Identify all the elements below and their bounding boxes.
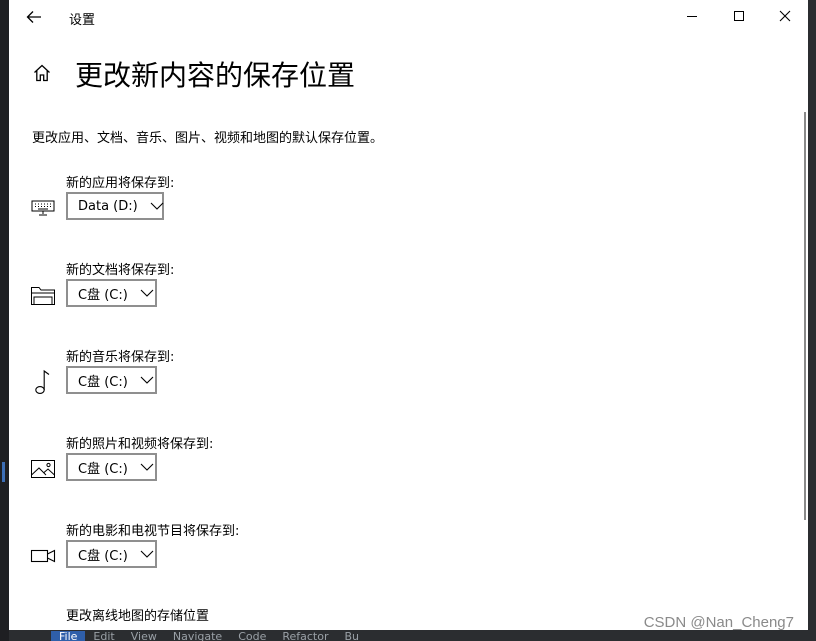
window-title: 设置	[69, 13, 96, 28]
music-location-value: C盘 (C:)	[78, 374, 128, 390]
back-button[interactable]	[21, 4, 47, 30]
page-description: 更改应用、文档、音乐、图片、视频和地图的默认保存位置。	[32, 131, 384, 146]
apps-location-value: Data (D:)	[78, 198, 138, 214]
background-menu-refactor[interactable]: Refactor	[274, 631, 336, 641]
apps-location-select[interactable]: Data (D:)	[66, 192, 164, 220]
chevron-down-icon	[140, 375, 154, 385]
music-location-select[interactable]: C盘 (C:)	[66, 366, 157, 394]
title-bar: 设置	[9, 0, 808, 34]
home-icon	[32, 63, 52, 83]
location-label-movies: 新的电影和电视节目将保存到:	[66, 524, 240, 539]
photos-location-select[interactable]: C盘 (C:)	[66, 453, 157, 481]
keyboard-icon	[29, 194, 57, 222]
minimize-icon	[686, 10, 698, 22]
home-button[interactable]	[29, 60, 55, 86]
location-label-photos: 新的照片和视频将保存到:	[66, 437, 214, 452]
vertical-scrollbar[interactable]	[804, 112, 806, 520]
background-menu-build[interactable]: Bu	[337, 631, 368, 641]
close-icon	[779, 10, 791, 22]
background-menu-code[interactable]: Code	[230, 631, 274, 641]
settings-window: 设置 更改新内容的保存位置 更改应用、文档、音乐、图片、视频和地图的默认保存位置…	[9, 0, 808, 630]
page-title: 更改新内容的保存位置	[75, 59, 356, 92]
chevron-down-icon	[140, 549, 154, 559]
minimize-button[interactable]	[669, 0, 715, 32]
maximize-icon	[733, 10, 745, 22]
documents-location-value: C盘 (C:)	[78, 287, 128, 303]
background-menu-navigate[interactable]: Navigate	[165, 631, 230, 641]
offline-maps-location-label: 更改离线地图的存储位置	[66, 609, 210, 624]
watermark: CSDN @Nan_Cheng7	[643, 614, 794, 630]
maximize-button[interactable]	[716, 0, 762, 32]
background-ide-menubar: File Edit View Navigate Code Refactor Bu	[9, 630, 816, 641]
chevron-down-icon	[150, 201, 164, 211]
movies-location-value: C盘 (C:)	[78, 548, 128, 564]
background-menu-edit[interactable]: Edit	[85, 631, 122, 641]
chevron-down-icon	[140, 288, 154, 298]
video-camera-icon	[29, 542, 57, 570]
music-note-icon	[29, 368, 57, 396]
screen: File Edit View Navigate Code Refactor Bu…	[0, 0, 816, 641]
close-button[interactable]	[762, 0, 808, 32]
back-arrow-icon	[26, 10, 42, 24]
location-label-music: 新的音乐将保存到:	[66, 350, 175, 365]
background-app-marker	[2, 462, 5, 482]
documents-location-select[interactable]: C盘 (C:)	[66, 279, 157, 307]
folder-icon	[29, 281, 57, 309]
background-menu-view[interactable]: View	[123, 631, 165, 641]
movies-location-select[interactable]: C盘 (C:)	[66, 540, 157, 568]
background-app-left-edge	[0, 0, 9, 641]
background-menu-file[interactable]: File	[51, 631, 86, 641]
photos-location-value: C盘 (C:)	[78, 461, 128, 477]
location-label-apps: 新的应用将保存到:	[66, 176, 175, 191]
background-menu: File Edit View Navigate Code Refactor Bu	[51, 630, 367, 641]
location-label-documents: 新的文档将保存到:	[66, 263, 175, 278]
chevron-down-icon	[140, 462, 154, 472]
picture-icon	[29, 455, 57, 483]
